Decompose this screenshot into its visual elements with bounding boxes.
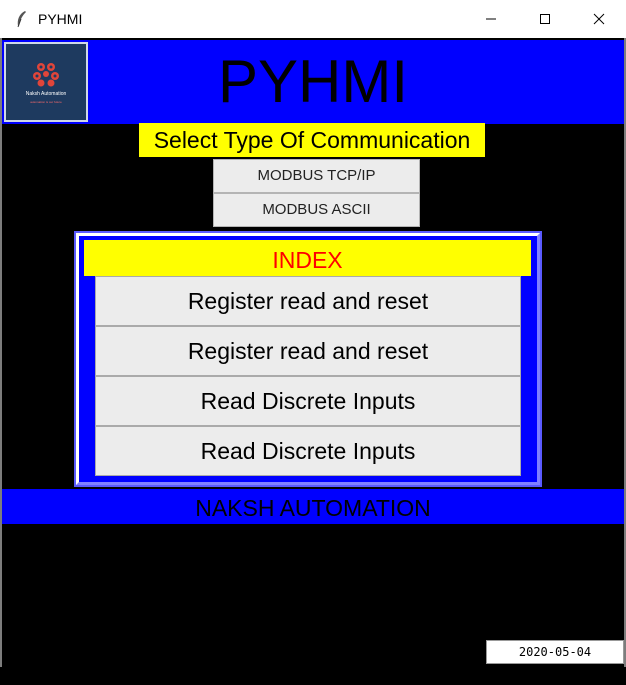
read-discrete-inputs-button-1[interactable]: Read Discrete Inputs — [95, 376, 521, 426]
app-window: Naksh Automation automation is our futur… — [0, 38, 626, 681]
window-controls — [464, 0, 626, 38]
window-title: PYHMI — [38, 11, 83, 27]
register-read-reset-button-2[interactable]: Register read and reset — [95, 326, 521, 376]
modbus-tcp-button[interactable]: MODBUS TCP/IP — [213, 159, 420, 193]
maximize-button[interactable] — [518, 0, 572, 38]
datetime-display: 2020-05-04 17:02:58 — [486, 640, 624, 681]
close-icon — [593, 13, 605, 25]
index-title: INDEX — [84, 240, 531, 276]
minimize-icon — [486, 18, 496, 20]
company-footer: NAKSH AUTOMATION — [2, 489, 624, 524]
register-read-reset-button-1[interactable]: Register read and reset — [95, 276, 521, 326]
minimize-button[interactable] — [464, 0, 518, 38]
read-discrete-inputs-button-2[interactable]: Read Discrete Inputs — [95, 426, 521, 476]
maximize-icon — [540, 14, 550, 24]
header-band: Naksh Automation automation is our futur… — [2, 40, 624, 124]
communication-type-label: Select Type Of Communication — [139, 123, 485, 157]
close-button[interactable] — [572, 0, 626, 38]
window-titlebar: PYHMI — [0, 0, 626, 38]
app-title: PYHMI — [217, 48, 409, 115]
modbus-ascii-button[interactable]: MODBUS ASCII — [213, 193, 420, 227]
feather-icon — [10, 8, 32, 30]
